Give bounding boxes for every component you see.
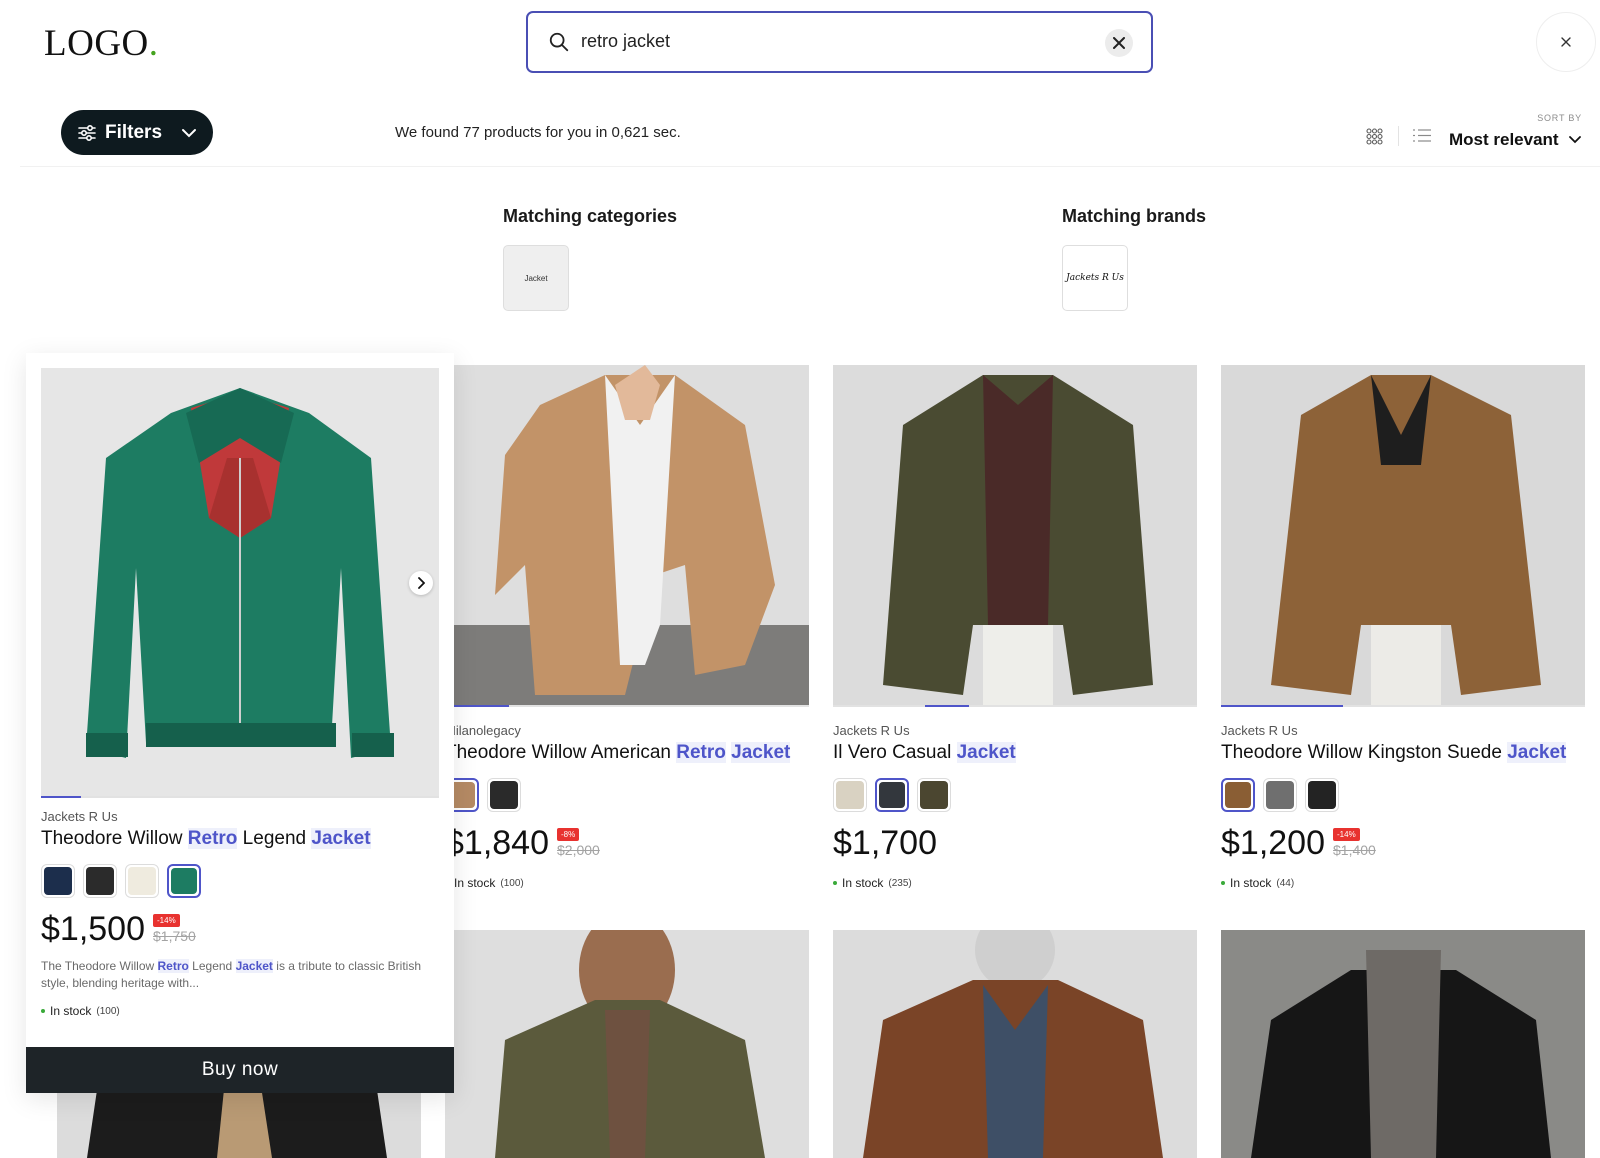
- color-swatch[interactable]: [1263, 778, 1297, 812]
- search-bar[interactable]: retro jacket: [526, 11, 1153, 73]
- old-price: $2,000: [557, 842, 600, 858]
- jacket-image: [1221, 365, 1585, 705]
- matching-brands-title: Matching brands: [1062, 206, 1207, 226]
- grid-view-icon[interactable]: [1366, 128, 1383, 145]
- stock-dot: [41, 1009, 45, 1013]
- product-image[interactable]: [41, 368, 439, 796]
- color-swatch[interactable]: [487, 778, 521, 812]
- old-price: $1,400: [1333, 842, 1376, 858]
- sort-value: Most relevant: [1449, 130, 1559, 149]
- product-description: The Theodore Willow Retro Legend Jacket …: [41, 959, 421, 990]
- stock-status: In stock (100): [445, 876, 809, 890]
- color-swatch[interactable]: [1221, 778, 1255, 812]
- filters-button[interactable]: Filters: [61, 110, 213, 155]
- old-price: $1,750: [153, 928, 196, 944]
- product-brand: Jackets R Us: [1221, 723, 1298, 738]
- color-swatch[interactable]: [1305, 778, 1339, 812]
- product-brand: Jackets R Us: [41, 809, 118, 824]
- close-icon: [1561, 37, 1571, 47]
- discount-badge: -14%: [1333, 828, 1360, 841]
- color-swatch[interactable]: [917, 778, 951, 812]
- jacket-image: [833, 930, 1197, 1158]
- product-price: $1,500: [41, 910, 145, 948]
- view-divider: [1398, 126, 1399, 146]
- stock-status: In stock (44): [1221, 876, 1585, 890]
- color-swatch[interactable]: [875, 778, 909, 812]
- product-brand: Jackets R Us: [833, 723, 910, 738]
- jacket-image: [445, 365, 809, 705]
- product-brand: Milanolegacy: [445, 723, 521, 738]
- toolbar-divider: [20, 166, 1600, 167]
- product-title[interactable]: Il Vero Casual Jacket: [833, 742, 1197, 764]
- close-search-button[interactable]: [1536, 12, 1596, 72]
- list-view-icon[interactable]: [1413, 128, 1431, 143]
- color-swatches: [445, 778, 809, 812]
- chevron-down-icon: [182, 128, 196, 137]
- logo[interactable]: LOGO.: [44, 22, 159, 65]
- jacket-image: [1221, 930, 1585, 1158]
- filters-label: Filters: [105, 121, 163, 143]
- product-price: $1,200: [1221, 824, 1325, 862]
- stock-dot: [1221, 881, 1225, 885]
- jacket-image: [833, 365, 1197, 705]
- stock-status: In stock (235): [833, 876, 1197, 890]
- product-card[interactable]: Jackets R Us Il Vero Casual Jacket $1,70…: [833, 365, 1197, 890]
- clear-search-button[interactable]: [1105, 29, 1133, 57]
- sliders-icon: [78, 124, 96, 141]
- brand-tile-jackets-r-us[interactable]: Jackets R Us: [1062, 245, 1128, 311]
- product-title[interactable]: Theodore Willow American Retro Jacket: [445, 742, 809, 764]
- search-icon: [549, 32, 569, 52]
- product-title[interactable]: Theodore Willow Retro Legend Jacket: [41, 828, 439, 850]
- category-tile-jacket[interactable]: Jacket: [503, 245, 569, 311]
- discount-badge: -14%: [153, 914, 180, 927]
- color-swatch[interactable]: [833, 778, 867, 812]
- brand-logo: Jackets R Us: [1066, 273, 1124, 283]
- product-image[interactable]: [1221, 365, 1585, 705]
- results-summary: We found 77 products for you in 0,621 se…: [395, 124, 681, 141]
- color-swatch[interactable]: [125, 864, 159, 898]
- product-image[interactable]: [833, 365, 1197, 705]
- color-swatch[interactable]: [167, 864, 201, 898]
- stock-status: In stock (100): [41, 1004, 439, 1018]
- color-swatch[interactable]: [83, 864, 117, 898]
- product-card[interactable]: Jackets R Us Theodore Willow Kingston Su…: [1221, 365, 1585, 890]
- product-title[interactable]: Theodore Willow Kingston Suede Jacket: [1221, 742, 1585, 764]
- search-input[interactable]: retro jacket: [581, 31, 670, 52]
- matching-categories-title: Matching categories: [503, 206, 678, 226]
- jacket-image: [445, 930, 809, 1158]
- product-quickview-card[interactable]: Jackets R Us Theodore Willow Retro Legen…: [26, 353, 454, 1093]
- next-image-button[interactable]: [409, 571, 433, 595]
- product-image[interactable]: [833, 930, 1197, 1158]
- discount-badge: -8%: [557, 828, 580, 841]
- product-image[interactable]: [1221, 930, 1585, 1158]
- category-tile-label: Jacket: [524, 273, 548, 283]
- product-card[interactable]: Milanolegacy Theodore Willow American Re…: [445, 365, 809, 890]
- buy-now-button[interactable]: Buy now: [26, 1047, 454, 1093]
- jacket-image: [41, 368, 439, 796]
- sort-by-label: SORT BY: [1537, 113, 1582, 123]
- product-image[interactable]: [445, 930, 809, 1158]
- color-swatches: [833, 778, 1197, 812]
- sort-select[interactable]: Most relevant: [1449, 130, 1581, 150]
- chevron-right-icon: [418, 577, 425, 589]
- product-price: $1,700: [833, 824, 937, 862]
- color-swatches: [41, 864, 439, 898]
- chevron-down-icon: [1568, 136, 1581, 144]
- stock-dot: [833, 881, 837, 885]
- color-swatch[interactable]: [41, 864, 75, 898]
- color-swatches: [1221, 778, 1585, 812]
- product-image[interactable]: [445, 365, 809, 705]
- close-icon: [1113, 37, 1125, 49]
- product-price: $1,840: [445, 824, 549, 862]
